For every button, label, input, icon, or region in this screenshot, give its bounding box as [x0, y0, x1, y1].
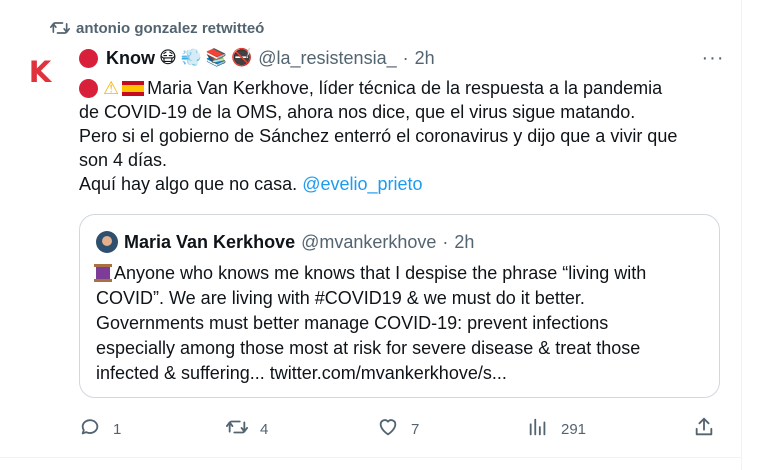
like-count: 7 [411, 420, 420, 438]
separator-dot: · [442, 231, 449, 252]
separator-dot: · [402, 47, 409, 68]
tweet-line-4: son 4 días. [79, 150, 168, 170]
share-icon [693, 416, 715, 442]
tweet-line-2: de COVID-19 de la OMS, ahora nos dice, q… [79, 102, 636, 122]
tweet-divider [0, 457, 741, 458]
retweet-button[interactable]: 4 [226, 416, 268, 442]
heart-icon [377, 416, 399, 442]
quoted-author-handle[interactable]: @mvankerkhove [301, 232, 436, 253]
retweet-header-text: antonio gonzalez retwitteó [76, 19, 265, 37]
reply-button[interactable]: 1 [79, 416, 121, 442]
avatar-letter: K [28, 55, 52, 89]
share-button[interactable] [693, 416, 715, 442]
quoted-avatar[interactable] [96, 231, 118, 253]
tweet-header: Know 😷 💨 📚 🚭 @la_resistensia_ · 2h [79, 46, 435, 70]
views-chart-icon [527, 416, 549, 442]
no-smoking-emoji: 🚭 [231, 48, 253, 67]
reply-count: 1 [113, 420, 122, 438]
quoted-tweet-header: Maria Van Kerkhove @mvankerkhove · 2h [96, 230, 474, 254]
author-handle[interactable]: @la_resistensia_ [258, 48, 396, 69]
red-circle-emoji [79, 48, 98, 68]
quoted-tweet-text: Anyone who knows me knows that I despise… [94, 263, 647, 383]
tweet-time[interactable]: 2h [415, 48, 435, 69]
spain-flag-icon [122, 80, 145, 96]
mask-emoji: 😷 [159, 48, 177, 67]
mention-link[interactable]: @evelio_prieto [302, 172, 422, 196]
books-emoji: 📚 [205, 48, 228, 67]
column-divider [741, 0, 742, 470]
reply-icon [79, 416, 101, 442]
like-button[interactable]: 7 [377, 416, 419, 442]
tweet-line-3: Pero si el gobierno de Sánchez enterró e… [79, 126, 678, 146]
red-circle-emoji [79, 78, 98, 98]
retweet-header[interactable]: antonio gonzalez retwitteó [50, 17, 264, 39]
action-bar: 1 4 7 291 [79, 416, 719, 442]
quoted-tweet-time[interactable]: 2h [454, 232, 474, 253]
tweet-line-5: Aquí hay algo que no casa. @evelio_priet… [79, 172, 423, 196]
retweet-icon [50, 18, 76, 38]
retweet-icon [226, 416, 248, 442]
quoted-tweet[interactable]: Maria Van Kerkhove @mvankerkhove · 2h An… [79, 214, 720, 398]
author-name[interactable]: Know [106, 48, 155, 69]
views-count: 291 [561, 420, 587, 438]
tweet-text: ⚠ Maria Van Kerkhove, líder técnica de l… [79, 76, 729, 196]
tweet-line-1: ⚠ Maria Van Kerkhove, líder técnica de l… [79, 76, 729, 100]
thread-spool-icon [94, 264, 112, 282]
dash-emoji: 💨 [180, 48, 202, 67]
more-options-icon[interactable]: ··· [700, 47, 726, 69]
retweet-count: 4 [260, 420, 269, 438]
avatar[interactable]: K [22, 54, 58, 90]
quoted-author-name[interactable]: Maria Van Kerkhove [124, 232, 295, 253]
views-button[interactable]: 291 [527, 416, 586, 442]
warning-icon: ⚠ [103, 78, 120, 98]
